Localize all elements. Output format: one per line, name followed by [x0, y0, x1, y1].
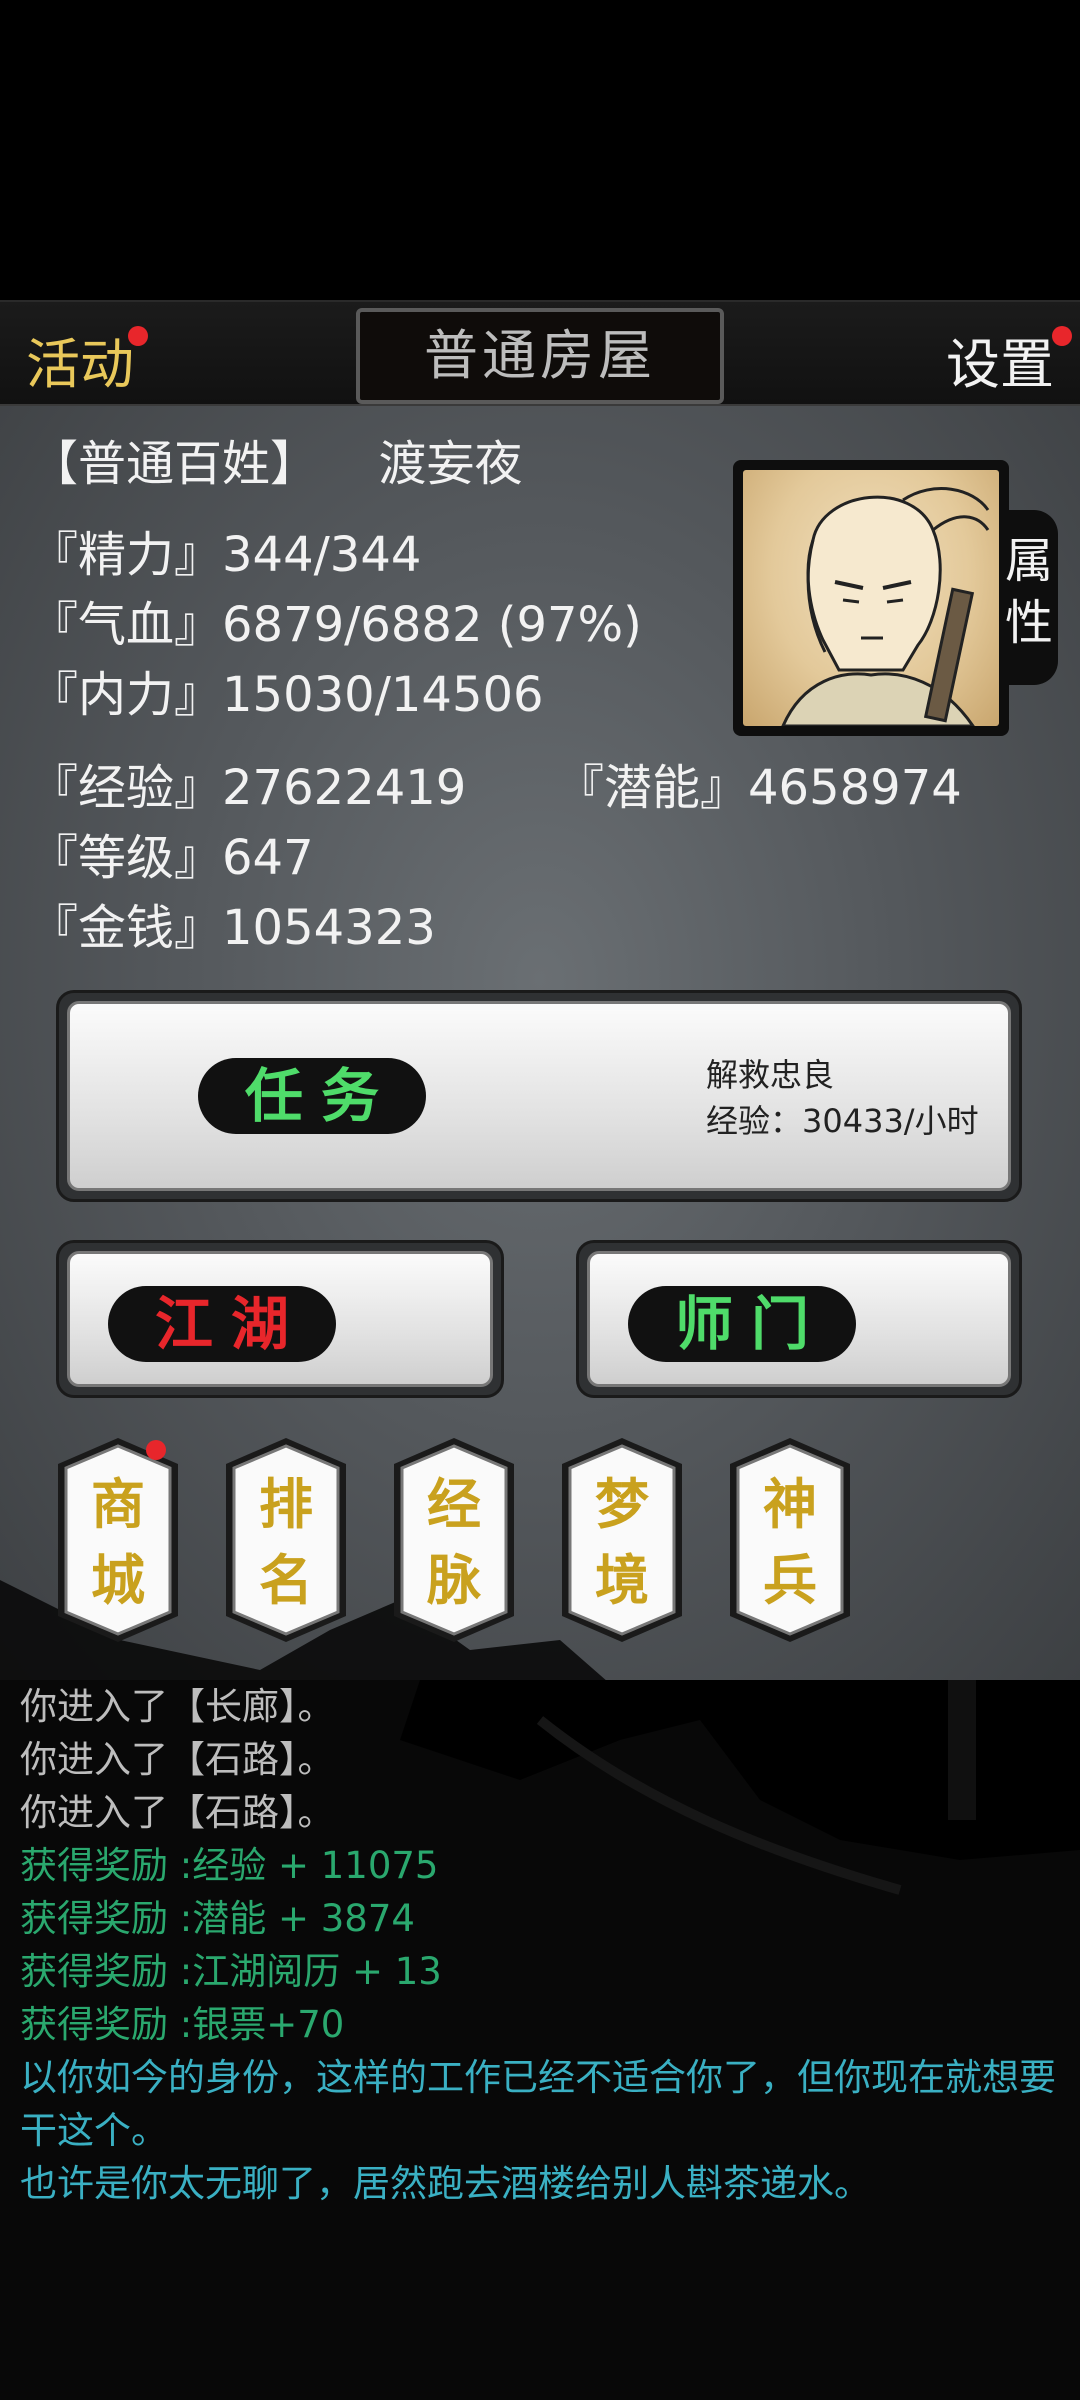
stat-level: 『等级』647	[30, 830, 314, 886]
jianghu-button-frame: 江湖	[56, 1240, 504, 1398]
task-rate: 经验：30433/小时	[706, 1102, 979, 1140]
task-name: 解救忠良	[706, 1056, 835, 1094]
settings-button[interactable]: 设置	[946, 320, 1072, 399]
task-button[interactable]: 任务 解救忠良 经验：30433/小时	[67, 1001, 1011, 1191]
shop-notification-dot	[146, 1440, 166, 1460]
log-message: 以你如今的身份，这样的工作已经不适合你了，但你现在就想要干这个。	[20, 2056, 1056, 2152]
ranking-button[interactable]: 排 名	[224, 1436, 348, 1644]
attributes-tab[interactable]: 属性	[1000, 510, 1058, 685]
top-bar: 活动 普通房屋 设置	[0, 300, 1080, 406]
log-message: 获得奖励 :潜能 + 3874	[20, 1897, 415, 1940]
log-message: 你进入了【长廊】。	[20, 1685, 335, 1728]
task-label: 任务	[198, 1058, 426, 1134]
settings-label: 设置	[946, 333, 1054, 396]
log-message: 获得奖励 :经验 + 11075	[20, 1844, 439, 1887]
stat-potential: 『潜能』4658974	[556, 760, 962, 816]
shop-button[interactable]: 商 城	[56, 1436, 180, 1644]
settings-notification-dot	[1052, 326, 1072, 346]
shimen-label: 师门	[628, 1286, 856, 1362]
character-portrait[interactable]	[733, 460, 1009, 736]
log-message: 获得奖励 :江湖阅历 + 13	[20, 1950, 442, 1993]
stat-stamina: 『精力』344/344	[30, 527, 422, 583]
weapon-label: 神 兵	[763, 1472, 817, 1612]
activity-label: 活动	[26, 333, 134, 396]
player-title: 【普通百姓】 渡妄夜	[30, 424, 523, 494]
stat-experience: 『经验』27622419	[30, 760, 467, 816]
jianghu-label: 江湖	[108, 1286, 336, 1362]
location-title: 普通房屋	[356, 308, 724, 404]
stat-health: 『气血』6879/6882 (97%)	[30, 597, 642, 653]
stat-internal: 『内力』15030/14506	[30, 667, 544, 723]
dream-button[interactable]: 梦 境	[560, 1436, 684, 1644]
shimen-button-frame: 师门	[576, 1240, 1022, 1398]
meridian-label: 经 脉	[427, 1472, 481, 1612]
log-message: 你进入了【石路】。	[20, 1738, 335, 1781]
weapon-button[interactable]: 神 兵	[728, 1436, 852, 1644]
player-name: 渡妄夜	[378, 436, 523, 492]
log-lines: 你进入了【长廊】。 你进入了【石路】。 你进入了【石路】。获得奖励 :经验 + 11…	[20, 1680, 1060, 2210]
shimen-button[interactable]: 师门	[587, 1251, 1011, 1387]
shop-label: 商 城	[91, 1472, 145, 1612]
attributes-label: 属性	[1004, 533, 1053, 651]
task-button-frame: 任务 解救忠良 经验：30433/小时	[56, 990, 1022, 1202]
portrait-image	[743, 470, 999, 726]
swordsman-icon	[781, 487, 990, 726]
activity-notification-dot	[128, 326, 148, 346]
meridian-button[interactable]: 经 脉	[392, 1436, 516, 1644]
player-rank: 【普通百姓】	[30, 436, 319, 492]
dream-label: 梦 境	[595, 1472, 649, 1612]
game-screen: 活动 普通房屋 设置 【普通百姓】 渡妄夜 『精力』344/344 『气血』68…	[0, 0, 1080, 2400]
log-message: 你进入了【石路】。	[20, 1791, 335, 1834]
jianghu-button[interactable]: 江湖	[67, 1251, 493, 1387]
stat-money: 『金钱』1054323	[30, 900, 436, 956]
task-info: 解救忠良 经验：30433/小时	[706, 1052, 979, 1144]
log-message: 也许是你太无聊了，居然跑去酒楼给别人斟茶递水。	[20, 2162, 871, 2205]
message-log[interactable]: 你进入了【长廊】。 你进入了【石路】。 你进入了【石路】。获得奖励 :经验 + 11…	[0, 1680, 1080, 2400]
ranking-label: 排 名	[259, 1472, 313, 1612]
activity-button[interactable]: 活动	[26, 320, 148, 399]
log-message: 获得奖励 :银票+70	[20, 2003, 345, 2046]
